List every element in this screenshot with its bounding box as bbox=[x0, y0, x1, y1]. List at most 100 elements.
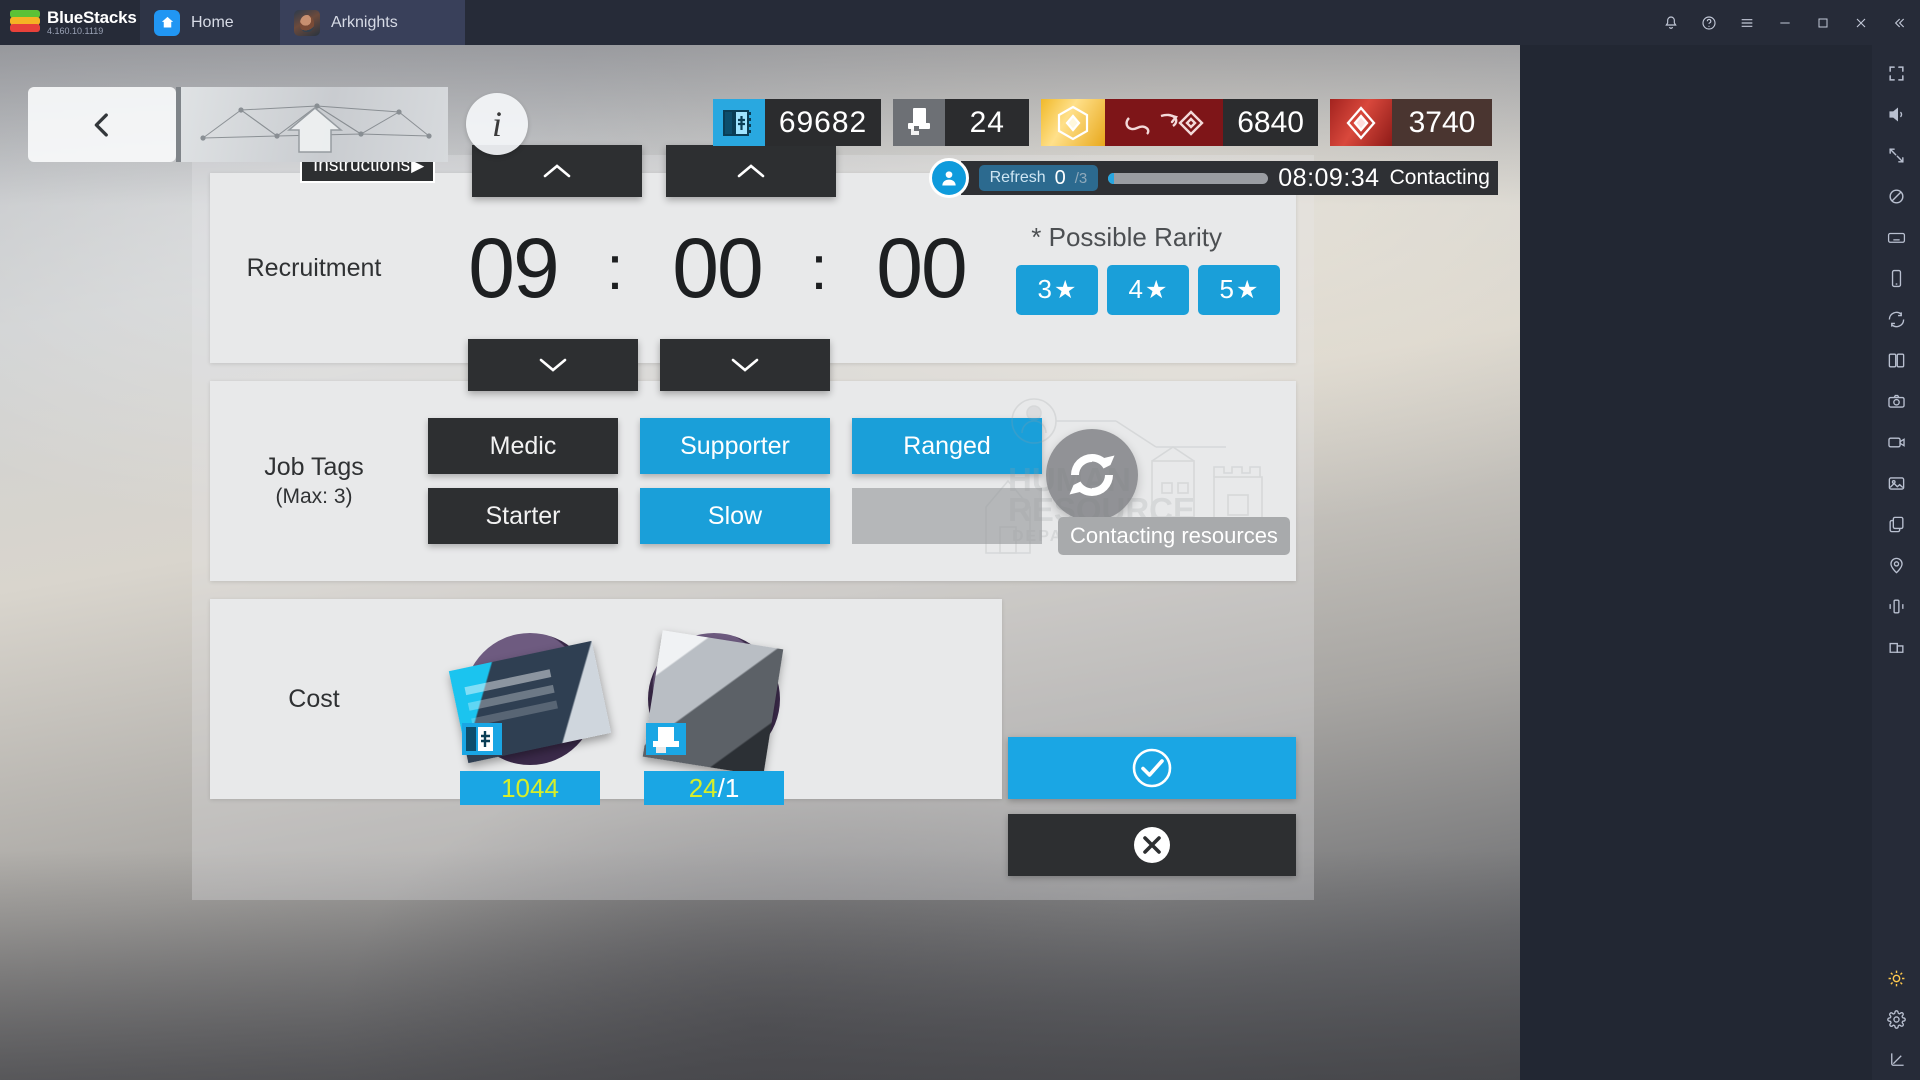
rarity-5-star-button[interactable]: 5 ★ bbox=[1198, 264, 1280, 315]
eyedropper-icon[interactable] bbox=[1876, 176, 1916, 216]
rarity-5-number: 5 bbox=[1219, 274, 1235, 304]
volume-icon[interactable] bbox=[1876, 94, 1916, 134]
chevron-down-icon bbox=[539, 358, 567, 372]
chevron-up-icon bbox=[737, 164, 765, 178]
confirm-button[interactable] bbox=[1008, 737, 1296, 799]
rarity-4-star-button[interactable]: 4 ★ bbox=[1107, 264, 1189, 315]
contacting-resources-button[interactable]: Contacting resources bbox=[1058, 517, 1290, 555]
expedited-plan-cost: 24/1 bbox=[644, 771, 784, 805]
recruitment-permit-cost: 1044 bbox=[460, 771, 600, 805]
bluestacks-logo: BlueStacks 4.160.10.1119 bbox=[0, 9, 140, 36]
bell-icon[interactable] bbox=[1652, 0, 1690, 45]
refresh-total: /3 bbox=[1074, 169, 1088, 187]
star-icon: ★ bbox=[1054, 275, 1077, 304]
job-tags-grid: Medic Supporter Ranged Starter Slow bbox=[428, 418, 1042, 544]
location-icon[interactable] bbox=[1876, 545, 1916, 585]
record-icon[interactable] bbox=[1876, 422, 1916, 462]
minimize-icon[interactable] bbox=[1766, 0, 1804, 45]
recruitment-time-display: 09 : 00 : 00 bbox=[428, 220, 1006, 317]
expedited-plan-art bbox=[642, 630, 784, 776]
copy-icon[interactable] bbox=[1876, 504, 1916, 544]
timer-strip: Refresh 0 /3 08:09:34 Contacting bbox=[960, 161, 1498, 195]
lmd-icon bbox=[1041, 99, 1106, 146]
refresh-current: 0 bbox=[1054, 166, 1066, 189]
back-arrow-icon bbox=[94, 112, 108, 137]
tag-starter[interactable]: Starter bbox=[428, 488, 618, 544]
screenshot-icon[interactable] bbox=[1876, 381, 1916, 421]
resource-bar: 69682 24 6840 3740 bbox=[712, 99, 1492, 146]
lmd-value: 6840 bbox=[1223, 99, 1318, 146]
tag-supporter[interactable]: Supporter bbox=[640, 418, 830, 474]
refresh-tags-button[interactable] bbox=[1046, 429, 1138, 521]
tab-arknights-label: Arknights bbox=[331, 13, 398, 31]
tag-medic[interactable]: Medic bbox=[428, 418, 618, 474]
cross-icon bbox=[1134, 827, 1170, 863]
tag-slow[interactable]: Slow bbox=[640, 488, 830, 544]
shake-icon[interactable] bbox=[1876, 586, 1916, 626]
job-tags-label: Job Tags (Max: 3) bbox=[210, 453, 418, 509]
cost-item-expedited-plan[interactable]: 24/1 bbox=[642, 630, 784, 805]
menu-icon[interactable] bbox=[1728, 0, 1766, 45]
cost-label: Cost bbox=[288, 684, 340, 713]
window-controls bbox=[1652, 0, 1920, 45]
recruitment-permit-cost-value: 1044 bbox=[501, 772, 559, 803]
rarity-3-number: 3 bbox=[1037, 274, 1053, 304]
fullscreen-icon[interactable] bbox=[1876, 53, 1916, 93]
trim-icon[interactable] bbox=[1876, 1040, 1916, 1080]
cost-items: 1044 24 /1 bbox=[448, 630, 784, 805]
brand-name: BlueStacks bbox=[47, 7, 137, 27]
rarity-3-star-button[interactable]: 3 ★ bbox=[1016, 264, 1098, 315]
recruitment-permit-icon bbox=[712, 99, 765, 146]
info-button[interactable]: i bbox=[466, 93, 528, 155]
bluestacks-titlebar: BlueStacks 4.160.10.1119 Home Arknights bbox=[0, 0, 1920, 45]
hours-decrease-button[interactable] bbox=[468, 339, 638, 391]
minutes-decrease-button[interactable] bbox=[660, 339, 830, 391]
tab-arknights[interactable]: Arknights bbox=[280, 0, 465, 45]
back-button[interactable] bbox=[28, 87, 176, 162]
recruitment-panel: Instructions ▶ Recruitment 09 : 00 : 00 … bbox=[210, 145, 1296, 391]
cancel-button[interactable] bbox=[1008, 814, 1296, 876]
contract-status: Contacting bbox=[1389, 166, 1490, 189]
cost-item-recruitment-permit[interactable]: 1044 bbox=[448, 633, 612, 805]
tag-ranged[interactable]: Ranged bbox=[852, 418, 1042, 474]
expedited-plan-icon bbox=[893, 99, 946, 146]
collapse-icon[interactable] bbox=[1880, 0, 1918, 45]
time-colon-1: : bbox=[606, 233, 624, 303]
keyboard-icon[interactable] bbox=[1876, 217, 1916, 257]
home-banner-button[interactable] bbox=[176, 87, 448, 162]
resource-lmd[interactable]: 6840 bbox=[1041, 99, 1318, 146]
dialog-actions bbox=[1008, 737, 1296, 876]
rotate-icon[interactable] bbox=[1876, 299, 1916, 339]
close-icon[interactable] bbox=[1842, 0, 1880, 45]
bluestacks-sidebar bbox=[1872, 45, 1920, 1080]
recruitment-label: Recruitment bbox=[246, 253, 382, 282]
help-icon[interactable] bbox=[1690, 0, 1728, 45]
layers-icon[interactable] bbox=[1876, 627, 1916, 667]
lmd-decoration bbox=[1105, 99, 1224, 146]
network-home-icon bbox=[199, 102, 432, 153]
minutes-increase-button[interactable] bbox=[666, 145, 836, 197]
maximize-icon[interactable] bbox=[1804, 0, 1842, 45]
resource-expedited-plan[interactable]: 24 bbox=[893, 99, 1030, 146]
time-hours: 09 bbox=[468, 220, 559, 315]
resource-recruitment-permit[interactable]: 69682 bbox=[712, 99, 882, 146]
avatar[interactable] bbox=[928, 158, 969, 198]
settings-icon[interactable] bbox=[1876, 999, 1916, 1039]
check-icon bbox=[1132, 748, 1172, 788]
refresh-counter[interactable]: Refresh 0 /3 bbox=[978, 165, 1099, 191]
recruitment-permit-badge-icon bbox=[460, 719, 504, 759]
tab-home[interactable]: Home bbox=[140, 0, 280, 45]
brightness-icon[interactable] bbox=[1876, 958, 1916, 998]
time-minutes: 00 bbox=[672, 220, 763, 315]
multi-instance-icon[interactable] bbox=[1876, 340, 1916, 380]
recruitment-permit-art bbox=[448, 633, 612, 765]
phone-icon[interactable] bbox=[1876, 258, 1916, 298]
job-tags-max: (Max: 3) bbox=[275, 485, 353, 508]
tab-home-label: Home bbox=[191, 13, 234, 31]
chevron-down-icon bbox=[731, 358, 759, 372]
time-seconds: 00 bbox=[876, 220, 967, 315]
gallery-icon[interactable] bbox=[1876, 463, 1916, 503]
game-viewport: i 69682 24 6840 3740 Refresh 0 /3 08:09:… bbox=[0, 45, 1520, 1080]
resource-originium[interactable]: 3740 bbox=[1330, 99, 1492, 146]
resize-icon[interactable] bbox=[1876, 135, 1916, 175]
